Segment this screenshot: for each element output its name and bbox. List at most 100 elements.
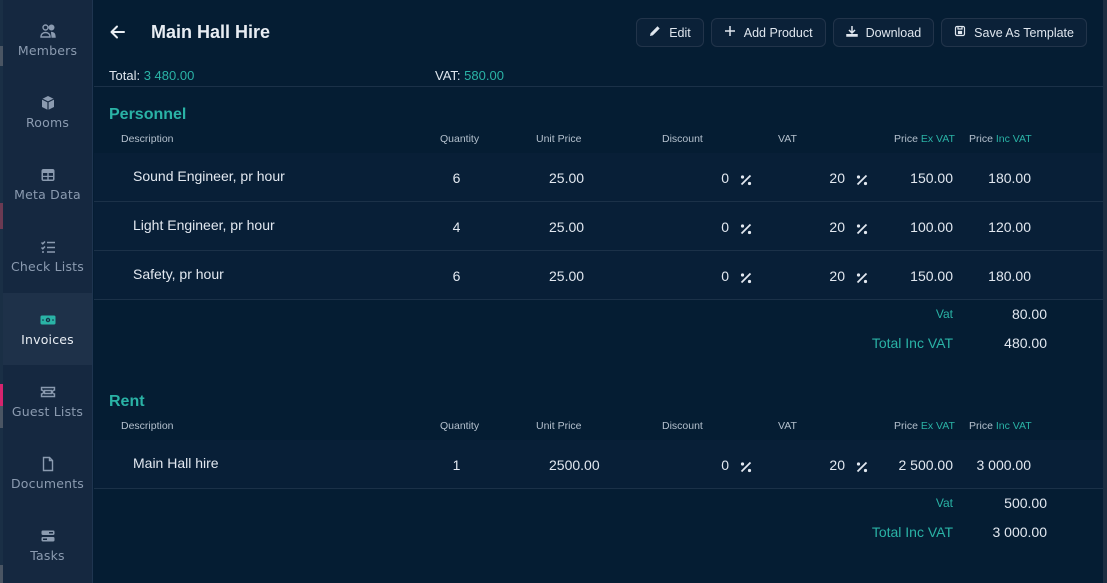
sidebar-item-meta-data[interactable]: Meta Data: [3, 148, 92, 220]
section-vat-value: 80.00: [1011, 306, 1047, 322]
col-price-inc-vat: Price Inc VAT: [969, 133, 1032, 145]
item-quantity: 6: [452, 268, 461, 284]
section-total-value: 3 000.00: [992, 524, 1048, 540]
save-icon: [954, 25, 966, 40]
page-header: Main Hall Hire Edit Add Product Download…: [94, 0, 1103, 66]
col-price-ex-accent: Ex VAT: [920, 133, 955, 145]
col-price-inc-vat: Price Inc VAT: [969, 420, 1032, 432]
sidebar-item-label: Guest Lists: [11, 404, 84, 419]
col-price-ex-vat: Price Ex VAT: [894, 133, 955, 145]
col-price-ex-accent: Ex VAT: [920, 420, 955, 432]
toolbar: Edit Add Product Download Save As Templa…: [636, 18, 1087, 47]
save-as-template-button[interactable]: Save As Template: [941, 18, 1087, 47]
invoice-summary: Total: 3 480.00 VAT: 580.00: [109, 68, 1103, 87]
sidebar-item-label: Documents: [10, 476, 85, 491]
sidebar-item-label: Meta Data: [14, 187, 81, 202]
percent-icon: [740, 269, 752, 284]
item-unit-price: 25.00: [549, 219, 585, 235]
col-discount: Discount: [662, 420, 703, 432]
item-quantity: 6: [452, 170, 461, 186]
table-row[interactable]: Sound Engineer, pr hour 6 25.00 0 20 150.00 18…: [94, 153, 1103, 202]
sidebar-item-members[interactable]: Members: [3, 4, 92, 76]
sidebar-item-label: Rooms: [25, 115, 70, 130]
item-unit-price: 25.00: [549, 268, 585, 284]
percent-icon: [856, 171, 868, 186]
col-description: Description: [121, 420, 174, 432]
item-vat: 20: [829, 268, 845, 284]
add-product-button-label: Add Product: [743, 25, 813, 40]
add-product-button[interactable]: Add Product: [710, 18, 826, 47]
percent-icon: [856, 269, 868, 284]
checklist-icon: [39, 238, 57, 256]
item-unit-price: 25.00: [549, 170, 585, 186]
sidebar-item-label: Check Lists: [11, 259, 84, 274]
item-vat: 20: [829, 219, 845, 235]
percent-icon: [740, 458, 752, 473]
sidebar-item-rooms[interactable]: Rooms: [3, 76, 92, 148]
section-vat-label: Vat: [935, 496, 953, 510]
table-row[interactable]: Safety, pr hour 6 25.00 0 20 150.00 180.00: [94, 251, 1103, 300]
members-icon: [39, 22, 57, 40]
sidebar-item-invoices[interactable]: Invoices: [3, 293, 92, 365]
sidebar-item-check-lists[interactable]: Check Lists: [3, 220, 92, 292]
item-price-inc-vat: 180.00: [988, 170, 1031, 186]
item-price-inc-vat: 180.00: [988, 268, 1031, 284]
divider: [94, 86, 1103, 87]
section-total-value: 480.00: [1004, 335, 1047, 351]
server-icon: [39, 527, 57, 545]
download-button[interactable]: Download: [832, 18, 935, 47]
col-description: Description: [121, 133, 174, 145]
summary-vat: VAT: 580.00: [435, 68, 504, 83]
download-icon: [845, 25, 858, 40]
page-title: Main Hall Hire: [151, 22, 271, 42]
item-price-inc-vat: 120.00: [988, 219, 1031, 235]
col-unit-price: Unit Price: [536, 420, 582, 432]
section-title: Rent: [109, 393, 145, 410]
section-vat-value: 500.00: [1004, 495, 1047, 511]
document-icon: [39, 455, 57, 473]
col-discount: Discount: [662, 133, 703, 145]
table-row[interactable]: Light Engineer, pr hour 4 25.00 0 20 100.00 12…: [94, 202, 1103, 251]
col-quantity: Quantity: [440, 133, 480, 145]
item-price-ex-vat: 100.00: [910, 219, 953, 235]
ticket-icon: [39, 383, 57, 401]
item-price-ex-vat: 150.00: [910, 268, 953, 284]
item-description: Light Engineer, pr hour: [133, 217, 275, 233]
table-row[interactable]: Main Hall hire 1 2500.00 0 20 2 500.00 3 000.0…: [94, 440, 1103, 489]
sidebar-item-label: Members: [17, 43, 78, 58]
col-price-inc-prefix: Price: [969, 420, 993, 432]
invoice-detail: Main Hall Hire Edit Add Product Download…: [94, 0, 1103, 583]
section-total-label: Total Inc VAT: [871, 524, 953, 540]
sidebar-item-guest-lists[interactable]: Guest Lists: [3, 365, 92, 437]
back-arrow-icon[interactable]: [108, 22, 128, 42]
plus-icon: [724, 25, 736, 40]
item-vat: 20: [829, 170, 845, 186]
col-price-ex-vat: Price Ex VAT: [894, 420, 955, 432]
col-price-ex-prefix: Price: [894, 420, 918, 432]
item-quantity: 4: [452, 219, 461, 235]
section-title: Personnel: [109, 106, 187, 123]
percent-icon: [740, 171, 752, 186]
edit-button-label: Edit: [669, 25, 691, 40]
sidebar-item-documents[interactable]: Documents: [3, 437, 92, 509]
table-icon: [39, 166, 57, 184]
percent-icon: [856, 220, 868, 235]
item-discount: 0: [721, 170, 729, 186]
edit-button[interactable]: Edit: [636, 18, 704, 47]
summary-vat-value: 580.00: [464, 68, 504, 83]
sidebar-item-tasks[interactable]: Tasks: [3, 509, 92, 581]
banknote-icon: [39, 311, 57, 329]
sidebar-item-label: Tasks: [30, 548, 65, 563]
percent-icon: [856, 458, 868, 473]
cube-icon: [39, 94, 57, 112]
summary-total-value: 3 480.00: [143, 68, 195, 83]
item-description: Sound Engineer, pr hour: [133, 168, 285, 184]
scrollbar[interactable]: [1103, 0, 1107, 583]
col-vat: VAT: [778, 420, 797, 432]
sidebar: Members Rooms Meta Data Check Lists Invo…: [3, 0, 93, 583]
sidebar-item-label: Invoices: [21, 332, 74, 347]
item-discount: 0: [721, 268, 729, 284]
col-price-inc-accent: Inc VAT: [995, 420, 1032, 432]
percent-icon: [740, 220, 752, 235]
section-vat-label: Vat: [935, 307, 953, 321]
